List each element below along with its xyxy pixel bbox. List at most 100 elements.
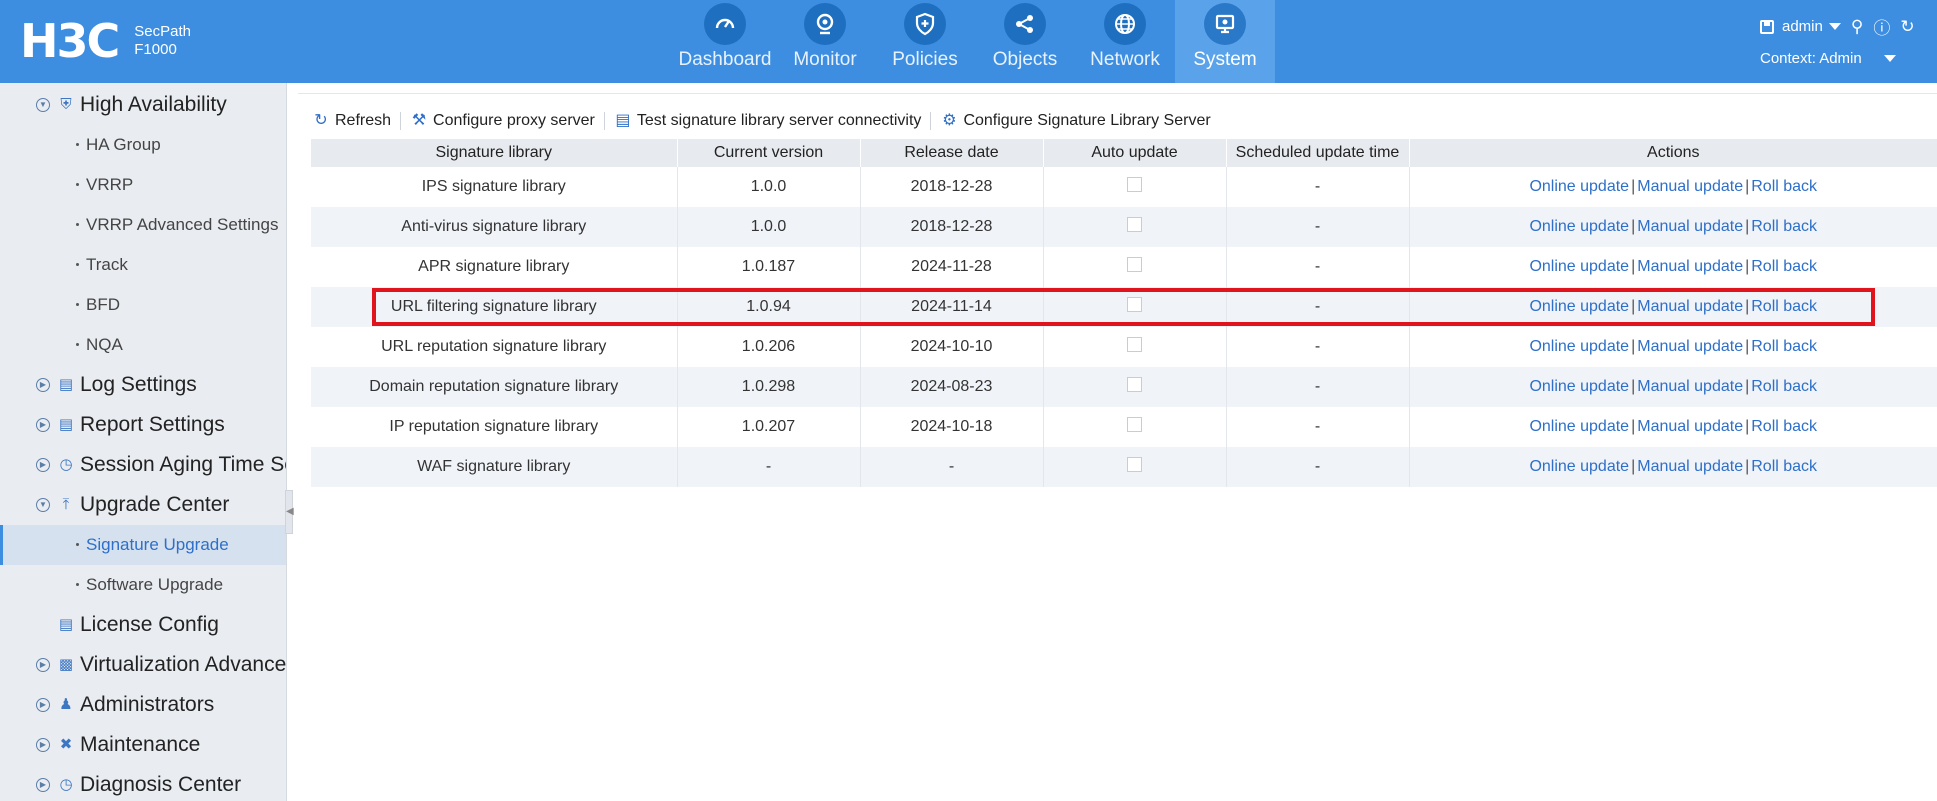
sidebar-item-ha-group[interactable]: HA Group (0, 125, 286, 165)
search-icon[interactable]: ⚲ (1851, 17, 1863, 37)
roll-back-link[interactable]: Roll back (1751, 298, 1817, 315)
product-line-1: SecPath (134, 23, 191, 40)
online-update-link[interactable]: Online update (1529, 458, 1629, 475)
online-update-link[interactable]: Online update (1529, 178, 1629, 195)
table-row[interactable]: URL filtering signature library 1.0.94 202… (311, 287, 1937, 327)
expand-icon[interactable]: ▶ (36, 778, 50, 792)
help-icon[interactable]: ⓘ (1873, 14, 1890, 39)
manual-update-link[interactable]: Manual update (1637, 418, 1743, 435)
test-connectivity-label: Test signature library server connectivi… (636, 112, 922, 129)
roll-back-link[interactable]: Roll back (1751, 178, 1817, 195)
license-icon: ▤ (58, 616, 74, 633)
manual-update-link[interactable]: Manual update (1637, 218, 1743, 235)
sidebar-item-signature-upgrade[interactable]: Signature Upgrade (0, 525, 286, 565)
sidebar-item-track[interactable]: Track (0, 245, 286, 285)
manual-update-link[interactable]: Manual update (1637, 298, 1743, 315)
column-header-release-date[interactable]: Release date (860, 139, 1044, 167)
manual-update-link[interactable]: Manual update (1637, 338, 1743, 355)
sidebar-item-maintenance[interactable]: ▶ ✖ Maintenance (0, 725, 286, 765)
cell-actions: Online update | Manual update | Roll back (1409, 447, 1937, 487)
sidebar-item-session-aging[interactable]: ▶ ◷ Session Aging Time Se (0, 445, 286, 485)
expand-icon[interactable]: ▶ (36, 698, 50, 712)
table-row[interactable]: IP reputation signature library 1.0.207 20… (311, 407, 1937, 447)
configure-server-button[interactable]: ⚙ Configure Signature Library Server (940, 112, 1210, 130)
configure-proxy-button[interactable]: ⚒ Configure proxy server (410, 112, 595, 130)
auto-update-checkbox[interactable] (1127, 217, 1142, 232)
online-update-link[interactable]: Online update (1529, 418, 1629, 435)
column-header-auto-update[interactable]: Auto update (1043, 139, 1227, 167)
table-row[interactable]: Domain reputation signature library 1.0.2… (311, 367, 1937, 407)
sidebar-item-administrators[interactable]: ▶ ♟ Administrators (0, 685, 286, 725)
sidebar-item-log-settings[interactable]: ▶ ▤ Log Settings (0, 365, 286, 405)
cell-auto-update (1043, 407, 1227, 447)
table-row[interactable]: APR signature library 1.0.187 2024-11-28- O… (311, 247, 1937, 287)
online-update-link[interactable]: Online update (1529, 338, 1629, 355)
online-update-link[interactable]: Online update (1529, 378, 1629, 395)
auto-update-checkbox[interactable] (1127, 377, 1142, 392)
nav-objects[interactable]: Objects (975, 0, 1075, 83)
sidebar-item-bfd[interactable]: BFD (0, 285, 286, 325)
auto-update-checkbox[interactable] (1127, 457, 1142, 472)
table-row[interactable]: URL reputation signature library 1.0.206 2… (311, 327, 1937, 367)
roll-back-link[interactable]: Roll back (1751, 258, 1817, 275)
save-icon[interactable] (1760, 19, 1774, 34)
sidebar-item-report-settings[interactable]: ▶ ▤ Report Settings (0, 405, 286, 445)
table-row[interactable]: WAF signature library - - - Online update | Ma… (311, 447, 1937, 487)
sidebar-item-nqa[interactable]: NQA (0, 325, 286, 365)
sidebar-item-diagnosis[interactable]: ▶ ◷ Diagnosis Center (0, 765, 286, 801)
online-update-link[interactable]: Online update (1529, 218, 1629, 235)
roll-back-link[interactable]: Roll back (1751, 218, 1817, 235)
manual-update-link[interactable]: Manual update (1637, 378, 1743, 395)
column-header-version[interactable]: Current version (677, 139, 861, 167)
nav-system[interactable]: System (1175, 0, 1275, 83)
sidebar-item-software-upgrade[interactable]: Software Upgrade (0, 565, 286, 605)
user-menu[interactable]: admin ⚲ ⓘ ↻ (1760, 14, 1915, 39)
nav-dashboard[interactable]: Dashboard (675, 0, 775, 83)
brand-logo[interactable]: H3C SecPath F1000 (20, 18, 191, 64)
auto-update-checkbox[interactable] (1127, 337, 1142, 352)
manual-update-link[interactable]: Manual update (1637, 178, 1743, 195)
roll-back-link[interactable]: Roll back (1751, 378, 1817, 395)
sidebar-collapse-handle[interactable]: ◀ (285, 490, 294, 534)
roll-back-link[interactable]: Roll back (1751, 338, 1817, 355)
auto-update-checkbox[interactable] (1127, 297, 1142, 312)
toolbar-divider (400, 112, 402, 130)
sidebar-item-high-availability[interactable]: ▼ ⛨ High Availability (0, 85, 286, 125)
auto-update-checkbox[interactable] (1127, 417, 1142, 432)
sidebar-item-label: License Config (80, 613, 219, 636)
manual-update-link[interactable]: Manual update (1637, 458, 1743, 475)
expand-icon[interactable]: ▼ (36, 98, 50, 112)
expand-icon[interactable]: ▶ (36, 458, 50, 472)
online-update-link[interactable]: Online update (1529, 258, 1629, 275)
roll-back-link[interactable]: Roll back (1751, 458, 1817, 475)
expand-icon[interactable]: ▶ (36, 378, 50, 392)
nav-monitor[interactable]: Monitor (775, 0, 875, 83)
nav-policies[interactable]: Policies (875, 0, 975, 83)
refresh-button[interactable]: ↻ Refresh (312, 112, 391, 130)
table-row[interactable]: Anti-virus signature library 1.0.0 2018-12… (311, 207, 1937, 247)
sidebar-item-vrrp[interactable]: VRRP (0, 165, 286, 205)
expand-icon[interactable]: ▶ (36, 418, 50, 432)
logout-icon[interactable]: ↻ (1900, 17, 1914, 37)
column-header-library[interactable]: Signature library (311, 139, 678, 167)
test-connectivity-button[interactable]: ▤ Test signature library server connecti… (614, 112, 922, 130)
online-update-link[interactable]: Online update (1529, 298, 1629, 315)
column-header-scheduled-time[interactable]: Scheduled update time (1226, 139, 1410, 167)
auto-update-checkbox[interactable] (1127, 177, 1142, 192)
sidebar-item-upgrade-center[interactable]: ▼ ⤒ Upgrade Center (0, 485, 286, 525)
bullet (76, 343, 79, 346)
auto-update-checkbox[interactable] (1127, 257, 1142, 272)
context-selector[interactable]: Context: Admin (1760, 50, 1896, 67)
expand-icon[interactable]: ▼ (36, 498, 50, 512)
expand-icon[interactable]: ▶ (36, 658, 50, 672)
expand-icon[interactable]: ▶ (36, 738, 50, 752)
cell-version: 1.0.207 (677, 407, 861, 447)
sidebar-item-vrrp-advanced[interactable]: VRRP Advanced Settings (0, 205, 286, 245)
action-separator: | (1745, 378, 1750, 395)
sidebar-item-virtualization[interactable]: ▶ ▩ Virtualization Advance (0, 645, 286, 685)
manual-update-link[interactable]: Manual update (1637, 258, 1743, 275)
nav-network[interactable]: Network (1075, 0, 1175, 83)
table-row[interactable]: IPS signature library 1.0.0 2018-12-28- Onl… (311, 167, 1937, 207)
sidebar-item-license-config[interactable]: ▤ License Config (0, 605, 286, 645)
roll-back-link[interactable]: Roll back (1751, 418, 1817, 435)
